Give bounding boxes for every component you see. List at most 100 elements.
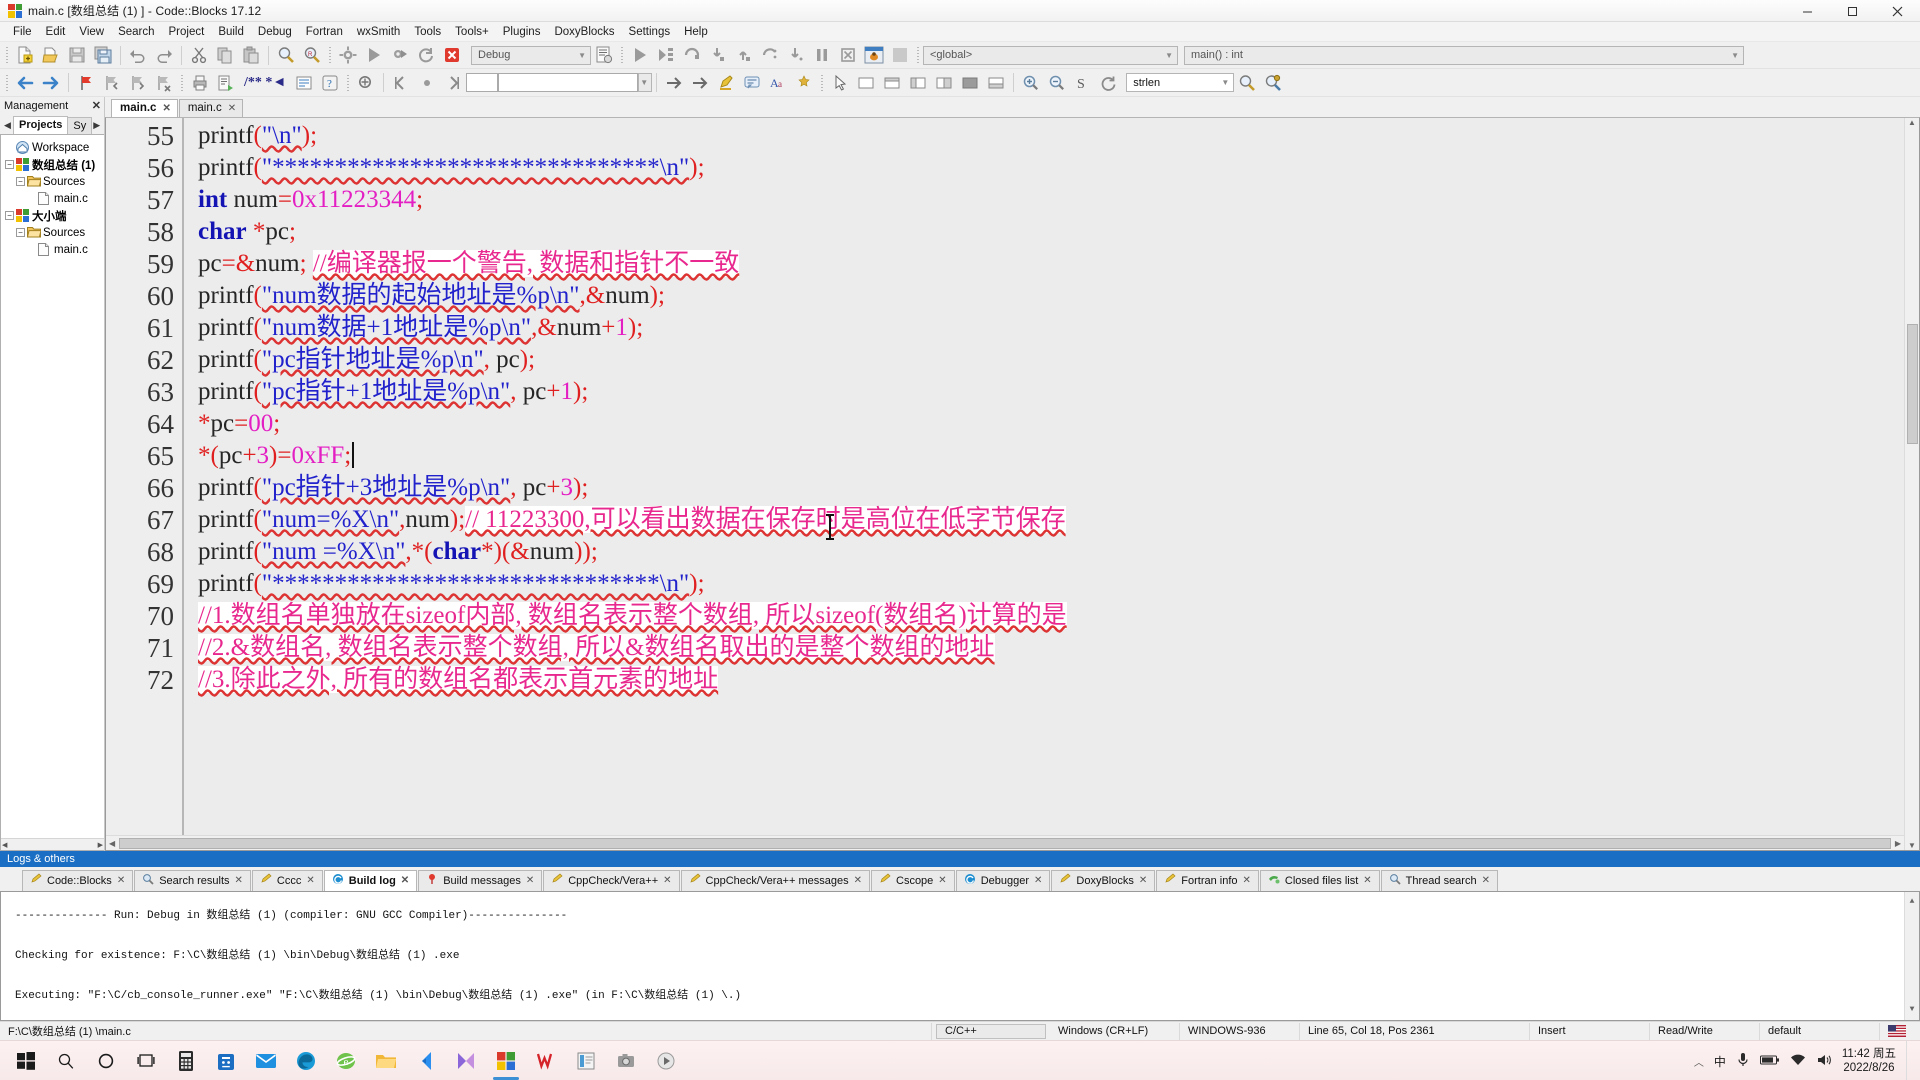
tree-item[interactable]: main.c: [5, 241, 104, 258]
debug-step-out-icon[interactable]: [732, 44, 756, 67]
code-line[interactable]: //2.&数组名, 数组名表示整个数组, 所以&数组名取出的是整个数组的地址: [184, 632, 1904, 664]
search-icon[interactable]: [46, 1041, 86, 1080]
tree-hscrollbar[interactable]: ◀ ▶: [1, 838, 104, 850]
log-tab[interactable]: Build messages ✕: [418, 870, 543, 891]
tree-item[interactable]: − Sources: [5, 224, 104, 241]
thread-search-prev-icon[interactable]: [389, 71, 413, 94]
toolbar-grip[interactable]: [619, 45, 625, 65]
menu-build[interactable]: Build: [211, 24, 251, 40]
media-icon[interactable]: [646, 1041, 686, 1080]
menu-fortran[interactable]: Fortran: [299, 24, 350, 40]
toolbar-grip[interactable]: [345, 72, 352, 93]
tree-expander-icon[interactable]: −: [16, 177, 25, 186]
log-tab-close-icon[interactable]: ✕: [117, 875, 125, 886]
log-tab-close-icon[interactable]: ✕: [306, 875, 314, 886]
log-tab[interactable]: Closed files list ✕: [1259, 870, 1380, 891]
build-and-run-icon[interactable]: [388, 44, 412, 67]
search-text-field[interactable]: [498, 73, 639, 92]
toolbar-grip[interactable]: [4, 45, 10, 65]
tree-expander-icon[interactable]: −: [5, 160, 14, 169]
vscroll-thumb[interactable]: [1906, 324, 1918, 444]
vscroll-up-arrow-icon[interactable]: ▲: [1908, 118, 1916, 127]
log-vscrollbar[interactable]: ▲ ▼: [1904, 892, 1919, 1020]
save-all-icon[interactable]: [91, 44, 115, 67]
taskview-icon[interactable]: [126, 1041, 166, 1080]
find-in-files-icon[interactable]: [1235, 71, 1259, 94]
maximize-button[interactable]: [1830, 0, 1875, 22]
menu-wxsmith[interactable]: wxSmith: [350, 24, 407, 40]
close-button[interactable]: [1875, 0, 1920, 22]
code-line[interactable]: //3.除此之外, 所有的数组名都表示首元素的地址: [184, 664, 1904, 696]
log-tab[interactable]: Search results ✕: [134, 870, 251, 891]
log-tab[interactable]: Fortran info ✕: [1156, 870, 1259, 891]
previous-bookmark-icon[interactable]: [100, 71, 124, 94]
nav-forward-icon[interactable]: [39, 71, 63, 94]
menu-search[interactable]: Search: [111, 24, 161, 40]
movies-icon[interactable]: [446, 1041, 486, 1080]
smartindent-icon[interactable]: S: [1071, 71, 1095, 94]
debug-break-icon[interactable]: [810, 44, 834, 67]
projects-tree[interactable]: Workspace − 数组总结 (1) − Sources main.c − 大小端 − Sou…: [0, 134, 104, 851]
log-vscroll-down-icon[interactable]: ▼: [1910, 1000, 1915, 1020]
menu-file[interactable]: File: [6, 24, 39, 40]
tab-projects[interactable]: Projects: [13, 116, 69, 134]
code-line[interactable]: pc=&num; //编译器报一个警告, 数据和指针不一致: [184, 248, 1904, 280]
debug-run-to-cursor-icon[interactable]: [654, 44, 678, 67]
log-tab-close-icon[interactable]: ✕: [854, 875, 862, 886]
doxyblocks-comment-label[interactable]: /** *◄: [239, 75, 291, 91]
hscroll-thumb[interactable]: [119, 837, 1891, 849]
log-tab[interactable]: CppCheck/Vera++ messages ✕: [680, 870, 870, 891]
menu-help[interactable]: Help: [677, 24, 715, 40]
toolbar-grip[interactable]: [915, 45, 921, 65]
replace-icon[interactable]: R: [300, 44, 324, 67]
code-line[interactable]: printf("pc指针地址是%p\n", pc);: [184, 344, 1904, 376]
tree-hscroll-left-icon[interactable]: ◀: [2, 841, 7, 849]
tab-scroll-right-icon[interactable]: ▶: [91, 116, 102, 134]
log-tab[interactable]: Thread search ✕: [1380, 870, 1498, 891]
camera-icon[interactable]: [606, 1041, 646, 1080]
hscroll-left-arrow-icon[interactable]: ◀: [107, 839, 117, 848]
menu-debug[interactable]: Debug: [251, 24, 299, 40]
toggle-bookmark-icon[interactable]: [74, 71, 98, 94]
code-line[interactable]: printf("pc指针+3地址是%p\n", pc+3);: [184, 472, 1904, 504]
find-settings-icon[interactable]: [1261, 71, 1285, 94]
log-tab-close-icon[interactable]: ✕: [1034, 875, 1042, 886]
clear-bookmarks-icon[interactable]: [152, 71, 176, 94]
zoom-in-icon[interactable]: [1019, 71, 1043, 94]
nav-back-icon[interactable]: [13, 71, 37, 94]
menu-settings[interactable]: Settings: [622, 24, 678, 40]
layout-2-icon[interactable]: [880, 71, 904, 94]
abort-build-icon[interactable]: [440, 44, 464, 67]
show-desktop-button[interactable]: [1906, 1041, 1912, 1080]
debug-step-into-icon[interactable]: [706, 44, 730, 67]
log-vscroll-up-icon[interactable]: ▲: [1910, 892, 1915, 912]
editor-hscrollbar[interactable]: ◀ ▶: [106, 835, 1904, 850]
debug-next-instruction-icon[interactable]: [758, 44, 782, 67]
undo-icon[interactable]: [126, 44, 150, 67]
copy-icon[interactable]: [213, 44, 237, 67]
code-line[interactable]: printf("*******************************\…: [184, 152, 1904, 184]
close-icon[interactable]: ✕: [92, 99, 101, 112]
ime-icon[interactable]: 中: [1714, 1053, 1726, 1070]
scope-combo[interactable]: <global> ▼: [923, 45, 1178, 65]
tree-item[interactable]: − Sources: [5, 173, 104, 190]
code-line[interactable]: //1.数组名单独放在sizeof内部, 数组名表示整个数组, 所以sizeof…: [184, 600, 1904, 632]
build-log-output[interactable]: ▲ ▼ -------------- Run: Debug in 数组总结 (1…: [0, 891, 1920, 1021]
editor-tab-close-icon[interactable]: ✕: [228, 103, 236, 114]
debug-stop-icon[interactable]: [836, 44, 860, 67]
reload-file-icon[interactable]: [1097, 71, 1121, 94]
rebuild-icon[interactable]: [414, 44, 438, 67]
log-tab-close-icon[interactable]: ✕: [1139, 875, 1147, 886]
search-history-dropdown[interactable]: ▼: [638, 73, 653, 92]
menu-edit[interactable]: Edit: [39, 24, 73, 40]
log-tab[interactable]: Cscope ✕: [871, 870, 955, 891]
save-file-icon[interactable]: [65, 44, 89, 67]
build-target-combo[interactable]: Debug ▼: [471, 45, 591, 65]
tree-hscroll-right-icon[interactable]: ▶: [98, 841, 103, 849]
build-gear-icon[interactable]: [336, 44, 360, 67]
tree-item[interactable]: main.c: [5, 190, 104, 207]
tree-expander-icon[interactable]: −: [16, 228, 25, 237]
doxyblocks-block-comment-icon[interactable]: [292, 71, 316, 94]
battery-icon[interactable]: [1759, 1054, 1780, 1069]
log-tab-close-icon[interactable]: ✕: [1482, 875, 1490, 886]
